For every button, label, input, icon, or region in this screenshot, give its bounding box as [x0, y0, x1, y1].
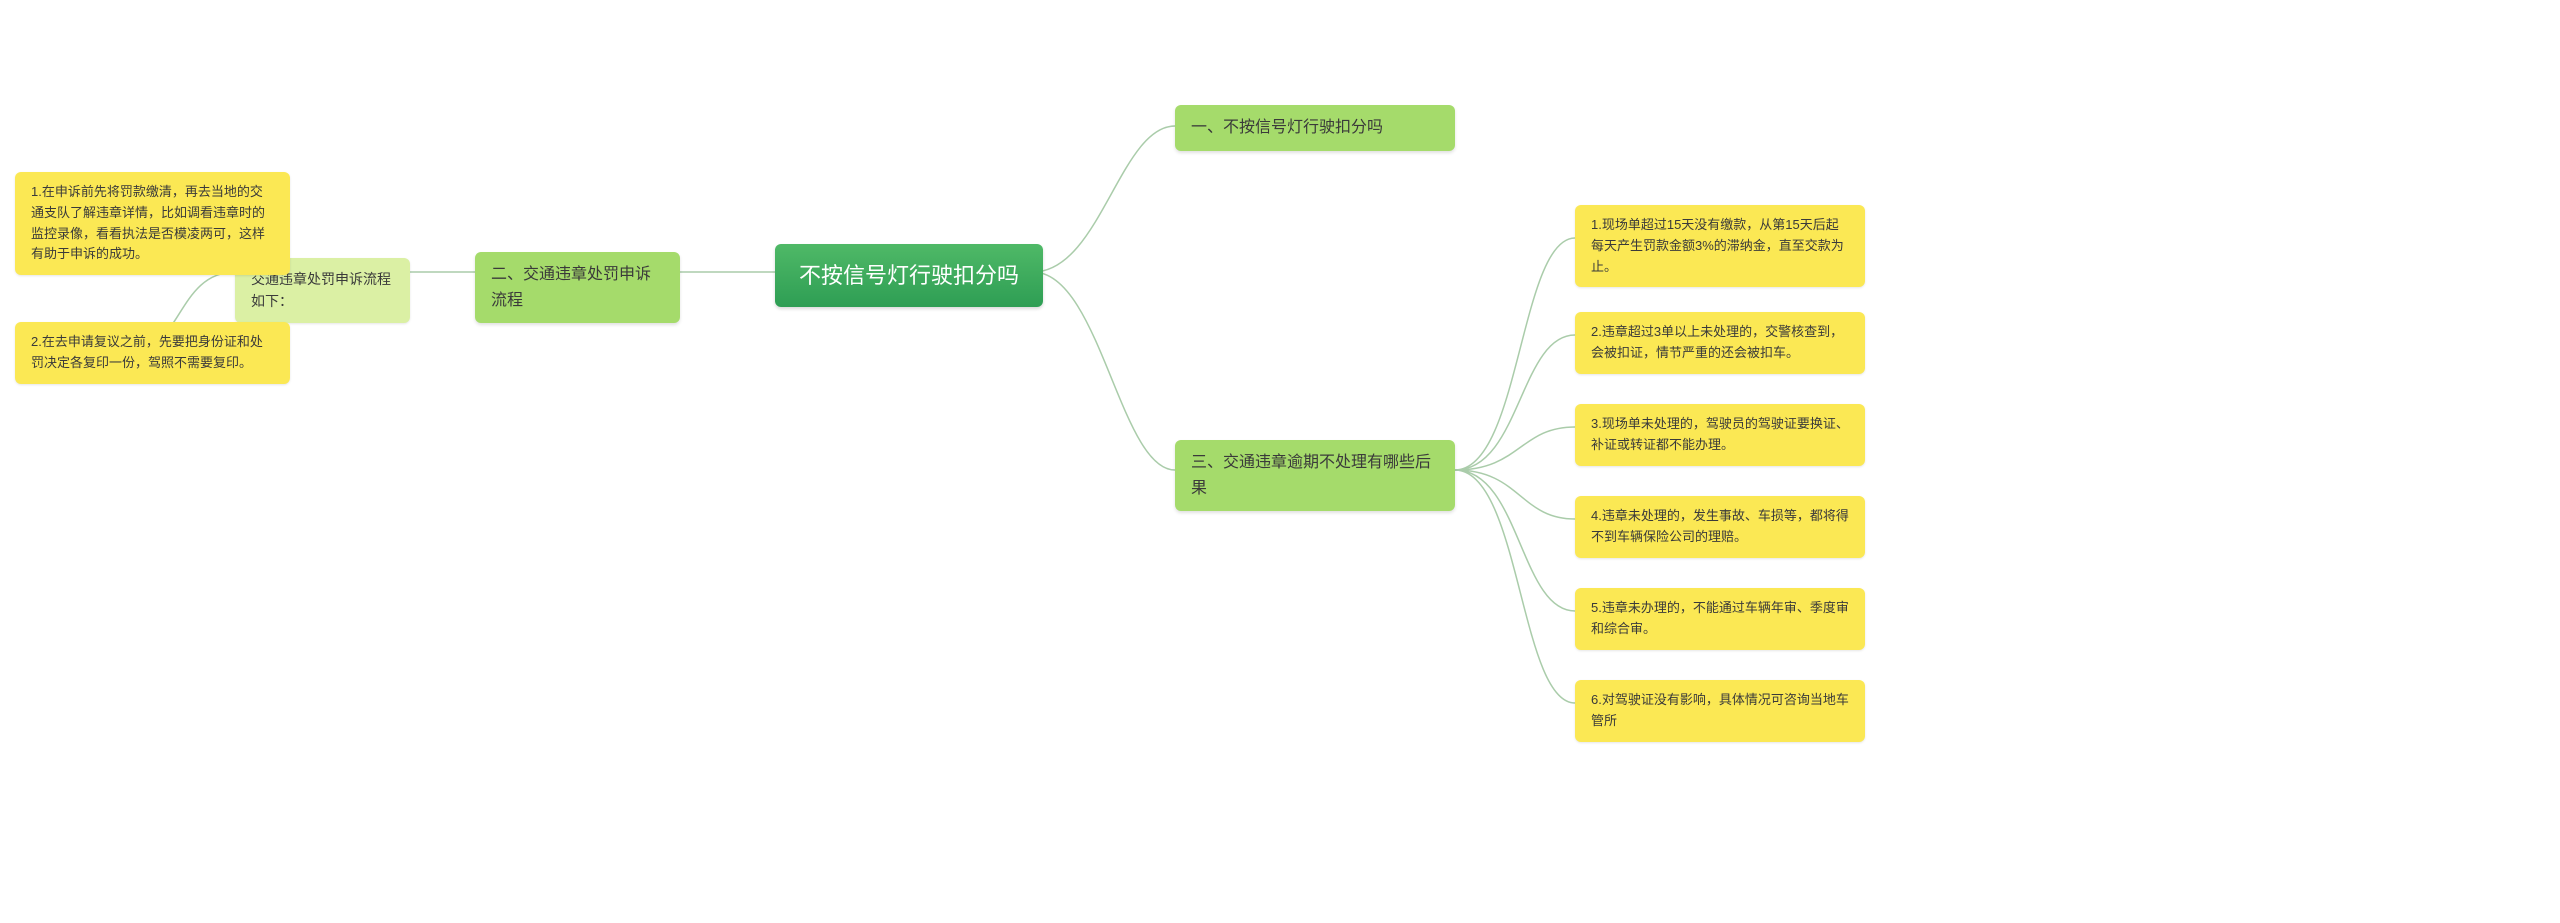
leaf-3-4-text: 4.违章未处理的，发生事故、车损等，都将得不到车辆保险公司的理赔。: [1591, 508, 1849, 544]
leaf-3-5-text: 5.违章未办理的，不能通过车辆年审、季度审和综合审。: [1591, 600, 1849, 636]
leaf-3-6[interactable]: 6.对驾驶证没有影响，具体情况可咨询当地车管所: [1575, 680, 1865, 742]
leaf-3-1-text: 1.现场单超过15天没有缴款，从第15天后起每天产生罚款金额3%的滞纳金，直至交…: [1591, 217, 1844, 274]
sub-2-text: 交通违章处罚申诉流程如下：: [251, 271, 391, 309]
root-title: 不按信号灯行驶扣分吗: [799, 263, 1019, 288]
root-node[interactable]: 不按信号灯行驶扣分吗: [775, 244, 1043, 307]
leaf-2-2[interactable]: 2.在去申请复议之前，先要把身份证和处罚决定各复印一份，驾照不需要复印。: [15, 322, 290, 384]
branch-3[interactable]: 三、交通违章逾期不处理有哪些后果: [1175, 440, 1455, 511]
leaf-3-2[interactable]: 2.违章超过3单以上未处理的，交警核查到，会被扣证，情节严重的还会被扣车。: [1575, 312, 1865, 374]
branch-1[interactable]: 一、不按信号灯行驶扣分吗: [1175, 105, 1455, 151]
branch-2[interactable]: 二、交通违章处罚申诉流程: [475, 252, 680, 323]
leaf-3-2-text: 2.违章超过3单以上未处理的，交警核查到，会被扣证，情节严重的还会被扣车。: [1591, 324, 1843, 360]
branch-2-title: 二、交通违章处罚申诉流程: [491, 266, 651, 309]
leaf-2-1-text: 1.在申诉前先将罚款缴清，再去当地的交通支队了解违章详情，比如调看违章时的监控录…: [31, 184, 265, 261]
branch-1-title: 一、不按信号灯行驶扣分吗: [1191, 119, 1383, 136]
branch-3-title: 三、交通违章逾期不处理有哪些后果: [1191, 454, 1431, 497]
leaf-3-5[interactable]: 5.违章未办理的，不能通过车辆年审、季度审和综合审。: [1575, 588, 1865, 650]
leaf-2-1[interactable]: 1.在申诉前先将罚款缴清，再去当地的交通支队了解违章详情，比如调看违章时的监控录…: [15, 172, 290, 275]
leaf-3-1[interactable]: 1.现场单超过15天没有缴款，从第15天后起每天产生罚款金额3%的滞纳金，直至交…: [1575, 205, 1865, 287]
leaf-2-2-text: 2.在去申请复议之前，先要把身份证和处罚决定各复印一份，驾照不需要复印。: [31, 334, 263, 370]
leaf-3-3-text: 3.现场单未处理的，驾驶员的驾驶证要换证、补证或转证都不能办理。: [1591, 416, 1849, 452]
leaf-3-3[interactable]: 3.现场单未处理的，驾驶员的驾驶证要换证、补证或转证都不能办理。: [1575, 404, 1865, 466]
leaf-3-6-text: 6.对驾驶证没有影响，具体情况可咨询当地车管所: [1591, 692, 1849, 728]
leaf-3-4[interactable]: 4.违章未处理的，发生事故、车损等，都将得不到车辆保险公司的理赔。: [1575, 496, 1865, 558]
